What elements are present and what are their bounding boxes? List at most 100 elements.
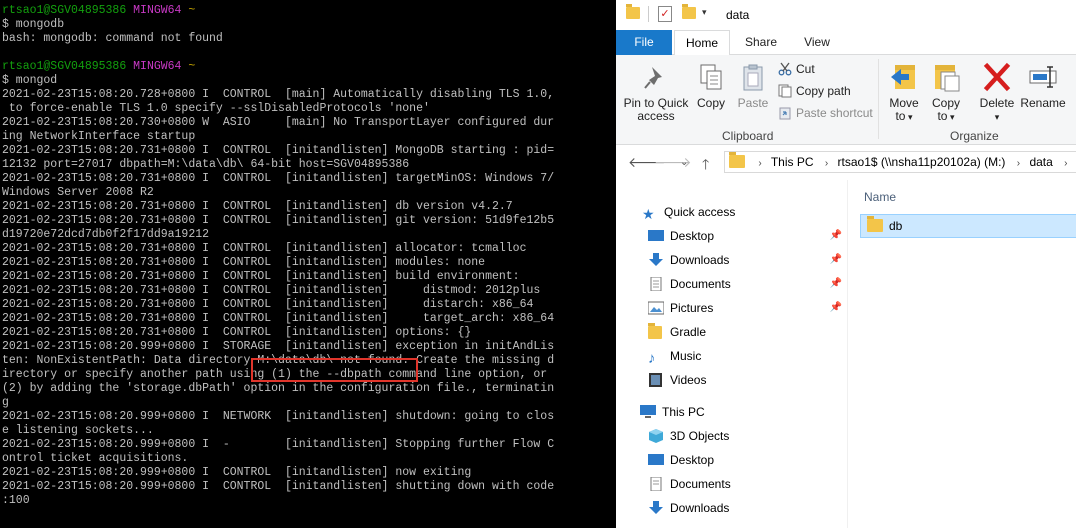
paste-button[interactable]: Paste	[734, 63, 772, 110]
terminal-line: 2021-02-23T15:08:20.731+0800 I CONTROL […	[2, 284, 616, 298]
tab-view[interactable]: View	[796, 30, 838, 55]
music-icon: ♪	[648, 350, 656, 367]
copy-label: Copy	[696, 96, 725, 110]
documents-icon	[648, 275, 664, 292]
terminal-line: 2021-02-23T15:08:20.731+0800 I CONTROL […	[2, 326, 616, 340]
move-to-button[interactable]: Move to ▾	[884, 61, 924, 124]
copy-to-button[interactable]: Copy to ▾	[928, 61, 964, 124]
pin-label-line1: Pin to Quick	[623, 96, 689, 110]
copy-button[interactable]: Copy	[694, 63, 728, 110]
terminal-text: $ mongod	[2, 74, 58, 87]
ribbon-group-divider	[878, 59, 879, 139]
terminal-line: 2021-02-23T15:08:20.728+0800 I CONTROL […	[2, 88, 616, 102]
paste-shortcut-button[interactable]: Paste shortcut	[778, 104, 873, 122]
address-bar[interactable]: › This PC › rtsao1$ (\\nsha11p20102a) (M…	[724, 151, 1076, 173]
terminal-line: 2021-02-23T15:08:20.731+0800 I CONTROL […	[2, 242, 616, 256]
scissors-icon	[778, 62, 792, 76]
documents-icon	[648, 475, 664, 492]
terminal-text: 2021-02-23T15:08:20.731+0800 I CONTROL […	[2, 284, 541, 297]
copy-path-button[interactable]: Copy path	[778, 82, 851, 100]
properties-icon[interactable]: ✓	[658, 6, 672, 22]
nav-item-desktop[interactable]: Desktop 📌	[648, 224, 842, 248]
nav-item-pictures[interactable]: Pictures 📌	[647, 296, 842, 320]
terminal-line: bash: mongodb: command not found	[2, 32, 616, 46]
cut-button[interactable]: Cut	[778, 60, 815, 78]
column-header-name[interactable]: Name	[864, 190, 896, 204]
terminal-text: 12132 port=27017 dbpath=M:\data\db\ 64-b…	[2, 158, 410, 171]
terminal-line: 2021-02-23T15:08:20.731+0800 I CONTROL […	[2, 298, 616, 312]
folder-icon	[626, 4, 640, 19]
terminal-line: ing NetworkInterface startup	[2, 130, 616, 144]
nav-item-pc-downloads[interactable]: Downloads	[648, 496, 729, 520]
nav-label: Pictures	[670, 301, 714, 315]
nav-label: Quick access	[664, 205, 736, 219]
file-row-db[interactable]: db	[860, 214, 1076, 238]
terminal-text: 2021-02-23T15:08:20.999+0800 I STORAGE […	[2, 340, 555, 353]
pictures-icon	[647, 299, 665, 315]
nav-label: This PC	[662, 405, 705, 419]
terminal-text: 2021-02-23T15:08:20.731+0800 I CONTROL […	[2, 144, 555, 157]
nav-item-documents[interactable]: Documents 📌	[648, 272, 842, 296]
terminal-line: rtsao1@SGV04895386 MINGW64 ~	[2, 60, 616, 74]
delete-icon	[983, 62, 1011, 92]
terminal-line: 2021-02-23T15:08:20.999+0800 I NETWORK […	[2, 410, 616, 424]
rename-button[interactable]: Rename	[1020, 61, 1066, 110]
terminal-text: rtsao1@SGV04895386	[2, 4, 127, 17]
nav-item-pc-documents[interactable]: Documents	[648, 472, 731, 496]
breadcrumb-this-pc[interactable]: This PC	[771, 155, 814, 169]
terminal-text: 2021-02-23T15:08:20.730+0800 W ASIO [mai…	[2, 116, 555, 129]
tab-share[interactable]: Share	[738, 30, 784, 55]
nav-item-3d-objects[interactable]: 3D Objects	[648, 424, 729, 448]
breadcrumb-data[interactable]: data	[1029, 155, 1052, 169]
nav-item-music[interactable]: ♪ Music	[648, 344, 701, 368]
terminal-text: 2021-02-23T15:08:20.731+0800 I CONTROL […	[2, 214, 555, 227]
terminal-text: $ mongodb	[2, 18, 65, 31]
folder-icon	[729, 152, 745, 168]
nav-label: Desktop	[670, 453, 715, 467]
terminal-text: 2021-02-23T15:08:20.731+0800 I CONTROL […	[2, 200, 513, 213]
terminal-line: rtsao1@SGV04895386 MINGW64 ~	[2, 4, 616, 18]
ribbon: Pin to Quick access Copy Paste Cut Copy …	[616, 55, 1076, 145]
nav-item-videos[interactable]: Videos	[648, 368, 706, 392]
terminal-line: :100	[2, 494, 616, 508]
pin-to-quick-access-button[interactable]: Pin to Quick access	[622, 63, 690, 123]
terminal-text: e listening sockets...	[2, 424, 154, 437]
nav-label: Videos	[670, 373, 707, 387]
terminal-window[interactable]: rtsao1@SGV04895386 MINGW64 ~ $ mongodb bas…	[0, 0, 616, 528]
nav-item-pc-desktop[interactable]: Desktop	[648, 448, 714, 472]
chevron-right-icon: ›	[1016, 158, 1021, 169]
up-icon[interactable]: 🡑	[702, 154, 709, 178]
terminal-text: 2021-02-23T15:08:20.731+0800 I CONTROL […	[2, 270, 520, 283]
recent-locations-icon[interactable]: ⌄	[680, 157, 688, 168]
terminal-line: g	[2, 396, 616, 410]
terminal-line: (2) by adding the 'storage.dbPath' optio…	[2, 382, 616, 396]
terminal-text: 2021-02-23T15:08:20.731+0800 I CONTROL […	[2, 256, 486, 269]
copy-icon	[700, 64, 722, 90]
terminal-line: 2021-02-23T15:08:20.999+0800 I CONTROL […	[2, 480, 616, 494]
paste-shortcut-icon	[778, 106, 792, 120]
customize-quick-access-icon[interactable]: ▾	[702, 7, 707, 18]
nav-item-downloads[interactable]: Downloads 📌	[648, 248, 842, 272]
nav-this-pc[interactable]: This PC	[640, 400, 705, 424]
terminal-text: to force-enable TLS 1.0 specify --sslDis…	[2, 102, 430, 115]
terminal-output: rtsao1@SGV04895386 MINGW64 ~ $ mongodb bas…	[2, 4, 616, 508]
nav-label: Desktop	[670, 229, 715, 243]
desktop-icon	[648, 451, 664, 465]
nav-quick-access[interactable]: ★ Quick access	[642, 200, 735, 224]
terminal-line: 2021-02-23T15:08:20.730+0800 W ASIO [mai…	[2, 116, 616, 130]
breadcrumb-drive[interactable]: rtsao1$ (\\nsha11p20102a) (M:)	[838, 155, 1006, 169]
cut-label: Cut	[796, 62, 815, 76]
folder-icon	[648, 323, 664, 339]
copy-path-label: Copy path	[796, 84, 851, 98]
tab-home[interactable]: Home	[674, 30, 730, 56]
terminal-text: (2) by adding the 'storage.dbPath' optio…	[2, 382, 555, 395]
tab-file[interactable]: File	[616, 30, 672, 55]
terminal-text: :100	[2, 494, 30, 507]
nav-item-gradle[interactable]: Gradle	[648, 320, 706, 344]
terminal-line: 2021-02-23T15:08:20.731+0800 I CONTROL […	[2, 144, 616, 158]
terminal-line: 12132 port=27017 dbpath=M:\data\db\ 64-b…	[2, 158, 616, 172]
delete-button[interactable]: Delete ▾	[976, 61, 1018, 124]
rename-icon	[1029, 66, 1057, 88]
new-folder-icon[interactable]	[682, 4, 696, 19]
copy-to-icon	[935, 65, 960, 92]
